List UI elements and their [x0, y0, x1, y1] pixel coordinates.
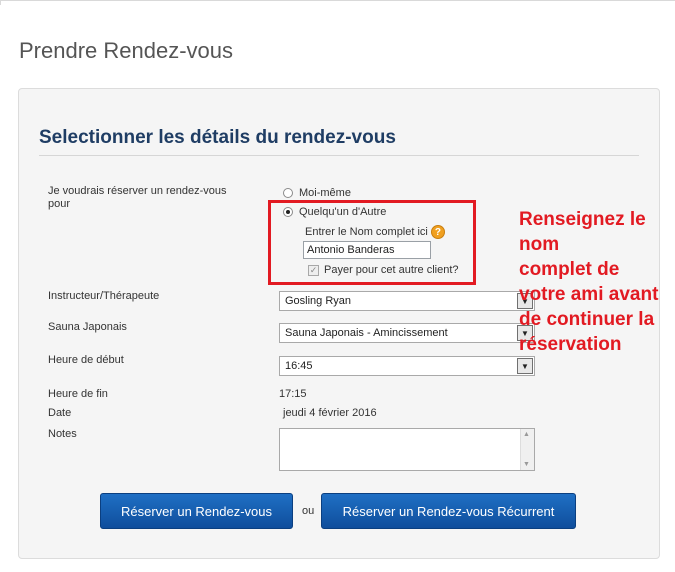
instruction-annotation: Renseignez le nom complet de votre ami a…	[519, 207, 669, 357]
annotation-line: réservation	[519, 334, 622, 355]
therapist-select-value: Gosling Ryan	[285, 295, 352, 307]
section-divider	[39, 155, 639, 156]
radio-self[interactable]: Moi-même	[283, 187, 351, 199]
annotation-line: nom	[519, 234, 560, 255]
service-select-value: Sauna Japonais - Amincissement	[285, 327, 448, 339]
start-time-label: Heure de début	[48, 354, 124, 366]
end-time-value: 17:15	[279, 388, 307, 400]
highlight-frame	[268, 200, 476, 285]
notes-scrollbar[interactable]: ▲ ▼	[520, 429, 534, 470]
therapist-label: Instructeur/Thérapeute	[48, 290, 160, 302]
end-time-label: Heure de fin	[48, 388, 108, 400]
service-select[interactable]: Sauna Japonais - Amincissement ▼	[279, 323, 535, 343]
service-label: Sauna Japonais	[48, 321, 127, 333]
notes-textarea[interactable]: ▲ ▼	[279, 428, 535, 471]
annotation-line: votre ami avant	[519, 284, 659, 305]
notes-label: Notes	[48, 428, 77, 440]
window-top-border	[0, 0, 675, 5]
for-whom-label: Je voudrais réserver un rendez-vous pour	[48, 185, 227, 210]
therapist-select[interactable]: Gosling Ryan ▼	[279, 291, 535, 311]
annotation-line: de continuer la	[519, 309, 655, 330]
annotation-line: Renseignez le	[519, 209, 646, 230]
annotation-line: complet de	[519, 259, 620, 280]
scroll-up-icon[interactable]: ▲	[523, 431, 530, 438]
page-title: Prendre Rendez-vous	[19, 38, 234, 63]
chevron-down-icon[interactable]: ▼	[517, 358, 533, 374]
date-label: Date	[48, 407, 72, 419]
book-appointment-button[interactable]: Réserver un Rendez-vous	[100, 493, 293, 529]
section-title: Selectionner les détails du rendez-vous	[39, 127, 396, 148]
scroll-down-icon[interactable]: ▼	[523, 461, 530, 468]
book-recurring-button[interactable]: Réserver un Rendez-vous Récurrent	[321, 493, 576, 529]
start-time-select[interactable]: 16:45 ▼	[279, 356, 535, 376]
radio-button[interactable]	[283, 188, 293, 198]
radio-self-label: Moi-même	[299, 187, 351, 199]
date-value: jeudi 4 février 2016	[283, 407, 377, 419]
buttons-separator: ou	[302, 505, 315, 517]
start-time-select-value: 16:45	[285, 360, 313, 372]
